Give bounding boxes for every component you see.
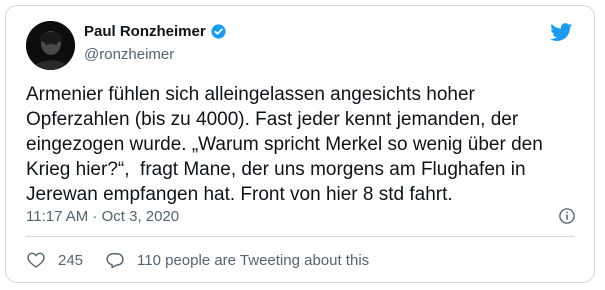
twitter-bird-icon[interactable] — [549, 21, 574, 43]
reply-bubble-icon — [106, 253, 124, 269]
tweet-card[interactable]: Paul Ronzheimer @ronzheimer Armenier füh… — [5, 5, 595, 283]
avatar[interactable] — [26, 21, 75, 70]
tweet-actions: 245 110 people are Tweeting about this — [26, 250, 391, 270]
avatar-image — [26, 21, 75, 70]
tweet-timestamp[interactable]: 11:17 AM · Oct 3, 2020 — [26, 208, 179, 225]
tweet-text: Armenier fühlen sich alleingelassen ange… — [26, 84, 543, 205]
author-handle[interactable]: @ronzheimer — [84, 46, 174, 63]
author-display-name[interactable]: Paul Ronzheimer — [84, 23, 206, 40]
divider — [26, 236, 574, 237]
like-button[interactable]: 245 — [26, 250, 83, 270]
tweet-meta-row: 11:17 AM · Oct 3, 2020 — [26, 207, 576, 225]
verified-badge-icon — [211, 24, 226, 39]
heart-icon — [27, 252, 45, 268]
conversation-link[interactable]: 110 people are Tweeting about this — [105, 250, 369, 270]
info-icon[interactable] — [558, 207, 576, 225]
author-name-row[interactable]: Paul Ronzheimer — [84, 23, 227, 40]
likes-count: 245 — [58, 251, 84, 269]
conversation-label: 110 people are Tweeting about this — [137, 251, 370, 269]
